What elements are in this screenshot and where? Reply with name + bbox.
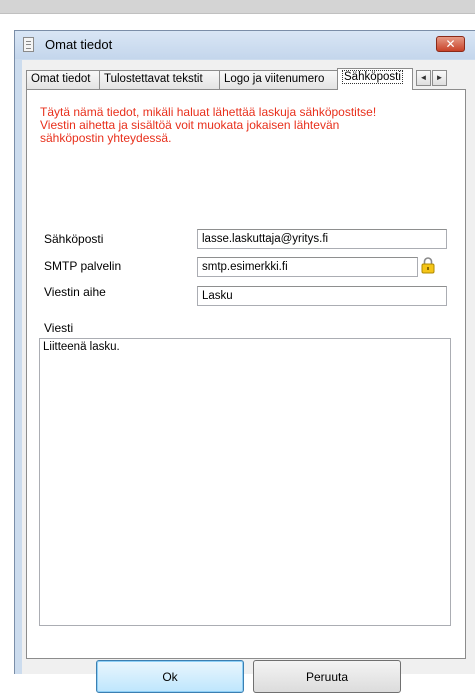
tab-omat-tiedot[interactable]: Omat tiedot	[26, 70, 100, 89]
tab-scroll-left-button[interactable]: ◄	[416, 70, 431, 86]
dialog-client-area: Omat tiedot Tulostettavat tekstit Logo j…	[22, 60, 475, 693]
dialog-window: Omat tiedot ✕ Omat tiedot Tulostettavat …	[14, 30, 475, 693]
tab-label: Omat tiedot	[31, 73, 91, 85]
background-strip	[0, 0, 475, 14]
email-label: Sähköposti	[44, 232, 104, 246]
smtp-server-field[interactable]	[197, 257, 418, 277]
form-icon	[23, 37, 34, 52]
lock-icon[interactable]	[421, 256, 435, 274]
ok-button[interactable]: Ok	[96, 660, 244, 693]
email-field[interactable]	[197, 229, 447, 249]
tab-label: Sähköposti	[342, 70, 403, 84]
tab-label: Tulostettavat tekstit	[104, 73, 203, 85]
tab-logo-ja-viitenumero[interactable]: Logo ja viitenumero	[219, 70, 338, 89]
tab-strip: Omat tiedot Tulostettavat tekstit Logo j…	[26, 68, 466, 90]
smtp-label: SMTP palvelin	[44, 259, 122, 273]
close-button[interactable]: ✕	[436, 36, 465, 52]
cancel-button[interactable]: Peruuta	[253, 660, 401, 693]
subject-label: Viestin aihe	[44, 285, 106, 299]
email-tab-panel: Täytä nämä tiedot, mikäli haluat lähettä…	[26, 89, 466, 659]
subject-field[interactable]	[197, 286, 447, 306]
tab-label: Logo ja viitenumero	[224, 73, 325, 85]
message-textarea[interactable]: Liitteenä lasku.	[39, 338, 451, 626]
message-label: Viesti	[44, 321, 74, 335]
title-bar[interactable]: Omat tiedot ✕	[15, 31, 475, 59]
tab-scroll-right-button[interactable]: ►	[432, 70, 447, 86]
notice-text: Täytä nämä tiedot, mikäli haluat lähettä…	[40, 105, 377, 145]
tab-sahkoposti[interactable]: Sähköposti	[337, 68, 413, 90]
window-title: Omat tiedot	[45, 37, 113, 52]
tab-tulostettavat-tekstit[interactable]: Tulostettavat tekstit	[99, 70, 220, 89]
